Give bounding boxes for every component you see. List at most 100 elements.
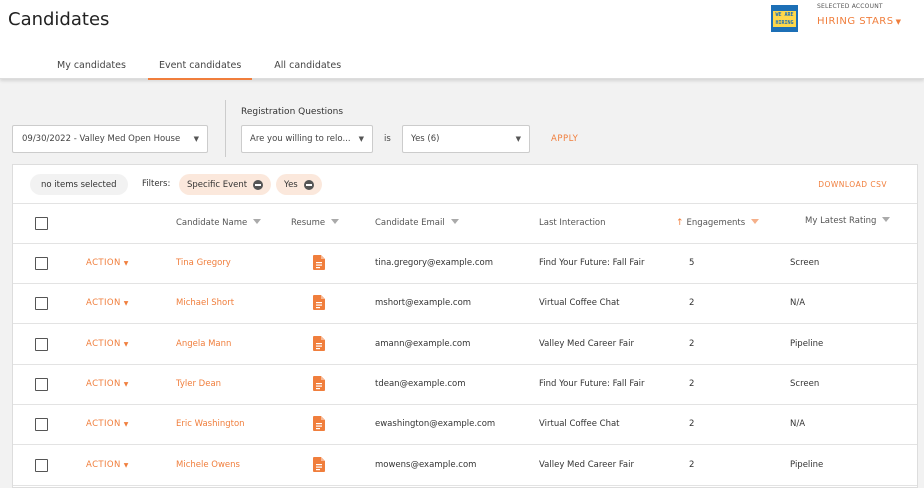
latest-rating: N/A xyxy=(790,419,806,430)
candidate-email: amann@example.com xyxy=(375,338,471,349)
candidate-email: ewashington@example.com xyxy=(375,419,496,430)
column-my-latest-rating[interactable]: My Latest Rating xyxy=(805,216,891,226)
candidate-email: mowens@example.com xyxy=(375,459,477,470)
row-checkbox[interactable] xyxy=(35,257,48,270)
caret-down-icon: ▼ xyxy=(123,380,129,388)
tab-bar: My candidates Event candidates All candi… xyxy=(46,56,363,80)
last-interaction: Valley Med Career Fair xyxy=(539,459,634,470)
document-icon[interactable] xyxy=(313,295,325,311)
table-row: ACTION ▼ Michael Short mshort@example.com… xyxy=(13,284,917,325)
caret-down-icon: ▼ xyxy=(123,300,129,308)
caret-down-icon: ▼ xyxy=(895,18,902,26)
latest-rating: Screen xyxy=(790,258,820,268)
page-title: Candidates xyxy=(8,9,110,30)
candidate-email: tdean@example.com xyxy=(375,378,466,389)
apply-button[interactable]: APPLY xyxy=(551,134,578,144)
row-checkbox[interactable] xyxy=(35,377,48,391)
candidates-card: no items selected Filters: Specific Even… xyxy=(12,164,918,488)
answer-select-value: Yes (6) xyxy=(411,134,440,144)
column-last-interaction[interactable]: Last Interaction xyxy=(539,218,606,228)
answer-select[interactable]: Yes (6) ▼ xyxy=(402,125,530,153)
document-icon[interactable] xyxy=(313,375,325,391)
column-label: My Latest Rating xyxy=(805,216,877,226)
column-label: Resume xyxy=(291,218,326,228)
download-csv-button[interactable]: DOWNLOAD CSV xyxy=(818,180,887,189)
question-select[interactable]: Are you willing to relo... ▼ xyxy=(241,125,373,153)
row-checkbox[interactable] xyxy=(35,418,48,432)
minus-circle-icon[interactable] xyxy=(303,179,314,190)
document-icon[interactable] xyxy=(313,456,325,472)
latest-rating: Pipeline xyxy=(790,459,824,470)
document-icon[interactable] xyxy=(313,416,325,432)
tab-all-candidates[interactable]: All candidates xyxy=(263,56,352,80)
account-name: HIRING STARS xyxy=(817,16,894,27)
table-toolbar: no items selected Filters: Specific Even… xyxy=(13,165,917,204)
column-candidate-name[interactable]: Candidate Name xyxy=(176,218,262,228)
event-select-value: 09/30/2022 - Valley Med Open House xyxy=(22,134,181,144)
filter-funnel-icon[interactable] xyxy=(253,219,262,224)
table-row: ACTION ▼ Angela Mann amann@example.com Va… xyxy=(13,325,917,365)
candidate-name-link[interactable]: Angela Mann xyxy=(176,339,231,349)
logo-line-2: HIRING xyxy=(773,18,796,27)
select-all-checkbox[interactable] xyxy=(35,217,48,230)
action-label: ACTION xyxy=(86,338,121,349)
action-dropdown[interactable]: ACTION ▼ xyxy=(86,258,129,268)
filter-funnel-icon[interactable] xyxy=(450,219,459,224)
action-dropdown[interactable]: ACTION ▼ xyxy=(86,460,129,470)
registration-questions-label: Registration Questions xyxy=(241,107,344,117)
document-icon[interactable] xyxy=(313,255,325,270)
filter-chip-label: Specific Event xyxy=(187,179,248,190)
latest-rating: Screen xyxy=(790,378,820,389)
action-label: ACTION xyxy=(86,378,121,389)
candidate-name-link[interactable]: Michele Owens xyxy=(176,460,240,470)
caret-down-icon: ▼ xyxy=(123,421,129,429)
logo-line-1: WE ARE xyxy=(773,10,796,19)
action-label: ACTION xyxy=(86,298,121,309)
column-resume[interactable]: Resume xyxy=(291,218,340,228)
event-select[interactable]: 09/30/2022 - Valley Med Open House ▼ xyxy=(12,125,208,153)
candidate-email: tina.gregory@example.com xyxy=(375,258,493,268)
filter-chip-specific-event: Specific Event xyxy=(179,174,272,195)
filter-chip-yes: Yes xyxy=(276,174,322,195)
filter-funnel-icon[interactable] xyxy=(882,217,891,222)
last-interaction: Find Your Future: Fall Fair xyxy=(539,378,645,389)
caret-down-icon: ▼ xyxy=(515,135,521,143)
top-bar: Candidates My candidates Event candidate… xyxy=(0,0,924,80)
filter-chip-label: Yes xyxy=(284,179,298,190)
last-interaction: Find Your Future: Fall Fair xyxy=(539,258,645,268)
latest-rating: Pipeline xyxy=(790,338,824,349)
action-dropdown[interactable]: ACTION ▼ xyxy=(86,298,129,308)
tab-event-candidates[interactable]: Event candidates xyxy=(147,56,253,80)
row-checkbox[interactable] xyxy=(35,458,48,472)
last-interaction: Valley Med Career Fair xyxy=(539,338,634,349)
caret-down-icon: ▼ xyxy=(123,260,129,267)
column-label: Engagements xyxy=(686,218,746,228)
selection-status: no items selected xyxy=(30,174,128,195)
column-engagements[interactable]: ↑ Engagements xyxy=(676,218,760,228)
column-label: Candidate Email xyxy=(375,218,445,228)
row-checkbox[interactable] xyxy=(35,337,48,351)
candidate-name-link[interactable]: Tyler Dean xyxy=(176,379,221,389)
action-label: ACTION xyxy=(86,459,121,470)
engagement-count: 5 xyxy=(689,258,695,268)
minus-circle-icon[interactable] xyxy=(253,179,264,190)
action-label: ACTION xyxy=(86,419,121,430)
action-dropdown[interactable]: ACTION ▼ xyxy=(86,379,129,389)
tab-my-candidates[interactable]: My candidates xyxy=(46,56,137,80)
document-icon[interactable] xyxy=(313,335,325,351)
caret-down-icon: ▼ xyxy=(123,340,129,348)
caret-down-icon: ▼ xyxy=(123,461,129,469)
account-switcher[interactable]: HIRING STARS ▼ xyxy=(817,16,901,27)
filter-funnel-icon[interactable] xyxy=(331,219,340,224)
candidate-name-link[interactable]: Eric Washington xyxy=(176,419,245,429)
candidate-name-link[interactable]: Tina Gregory xyxy=(176,258,231,268)
latest-rating: N/A xyxy=(790,298,806,309)
row-checkbox[interactable] xyxy=(35,297,48,311)
action-dropdown[interactable]: ACTION ▼ xyxy=(86,339,129,349)
candidate-name-link[interactable]: Michael Short xyxy=(176,298,234,308)
column-candidate-email[interactable]: Candidate Email xyxy=(375,218,459,228)
candidate-email: mshort@example.com xyxy=(375,298,472,309)
engagement-count: 2 xyxy=(689,298,695,309)
action-dropdown[interactable]: ACTION ▼ xyxy=(86,419,129,429)
filter-funnel-icon[interactable] xyxy=(751,219,760,224)
